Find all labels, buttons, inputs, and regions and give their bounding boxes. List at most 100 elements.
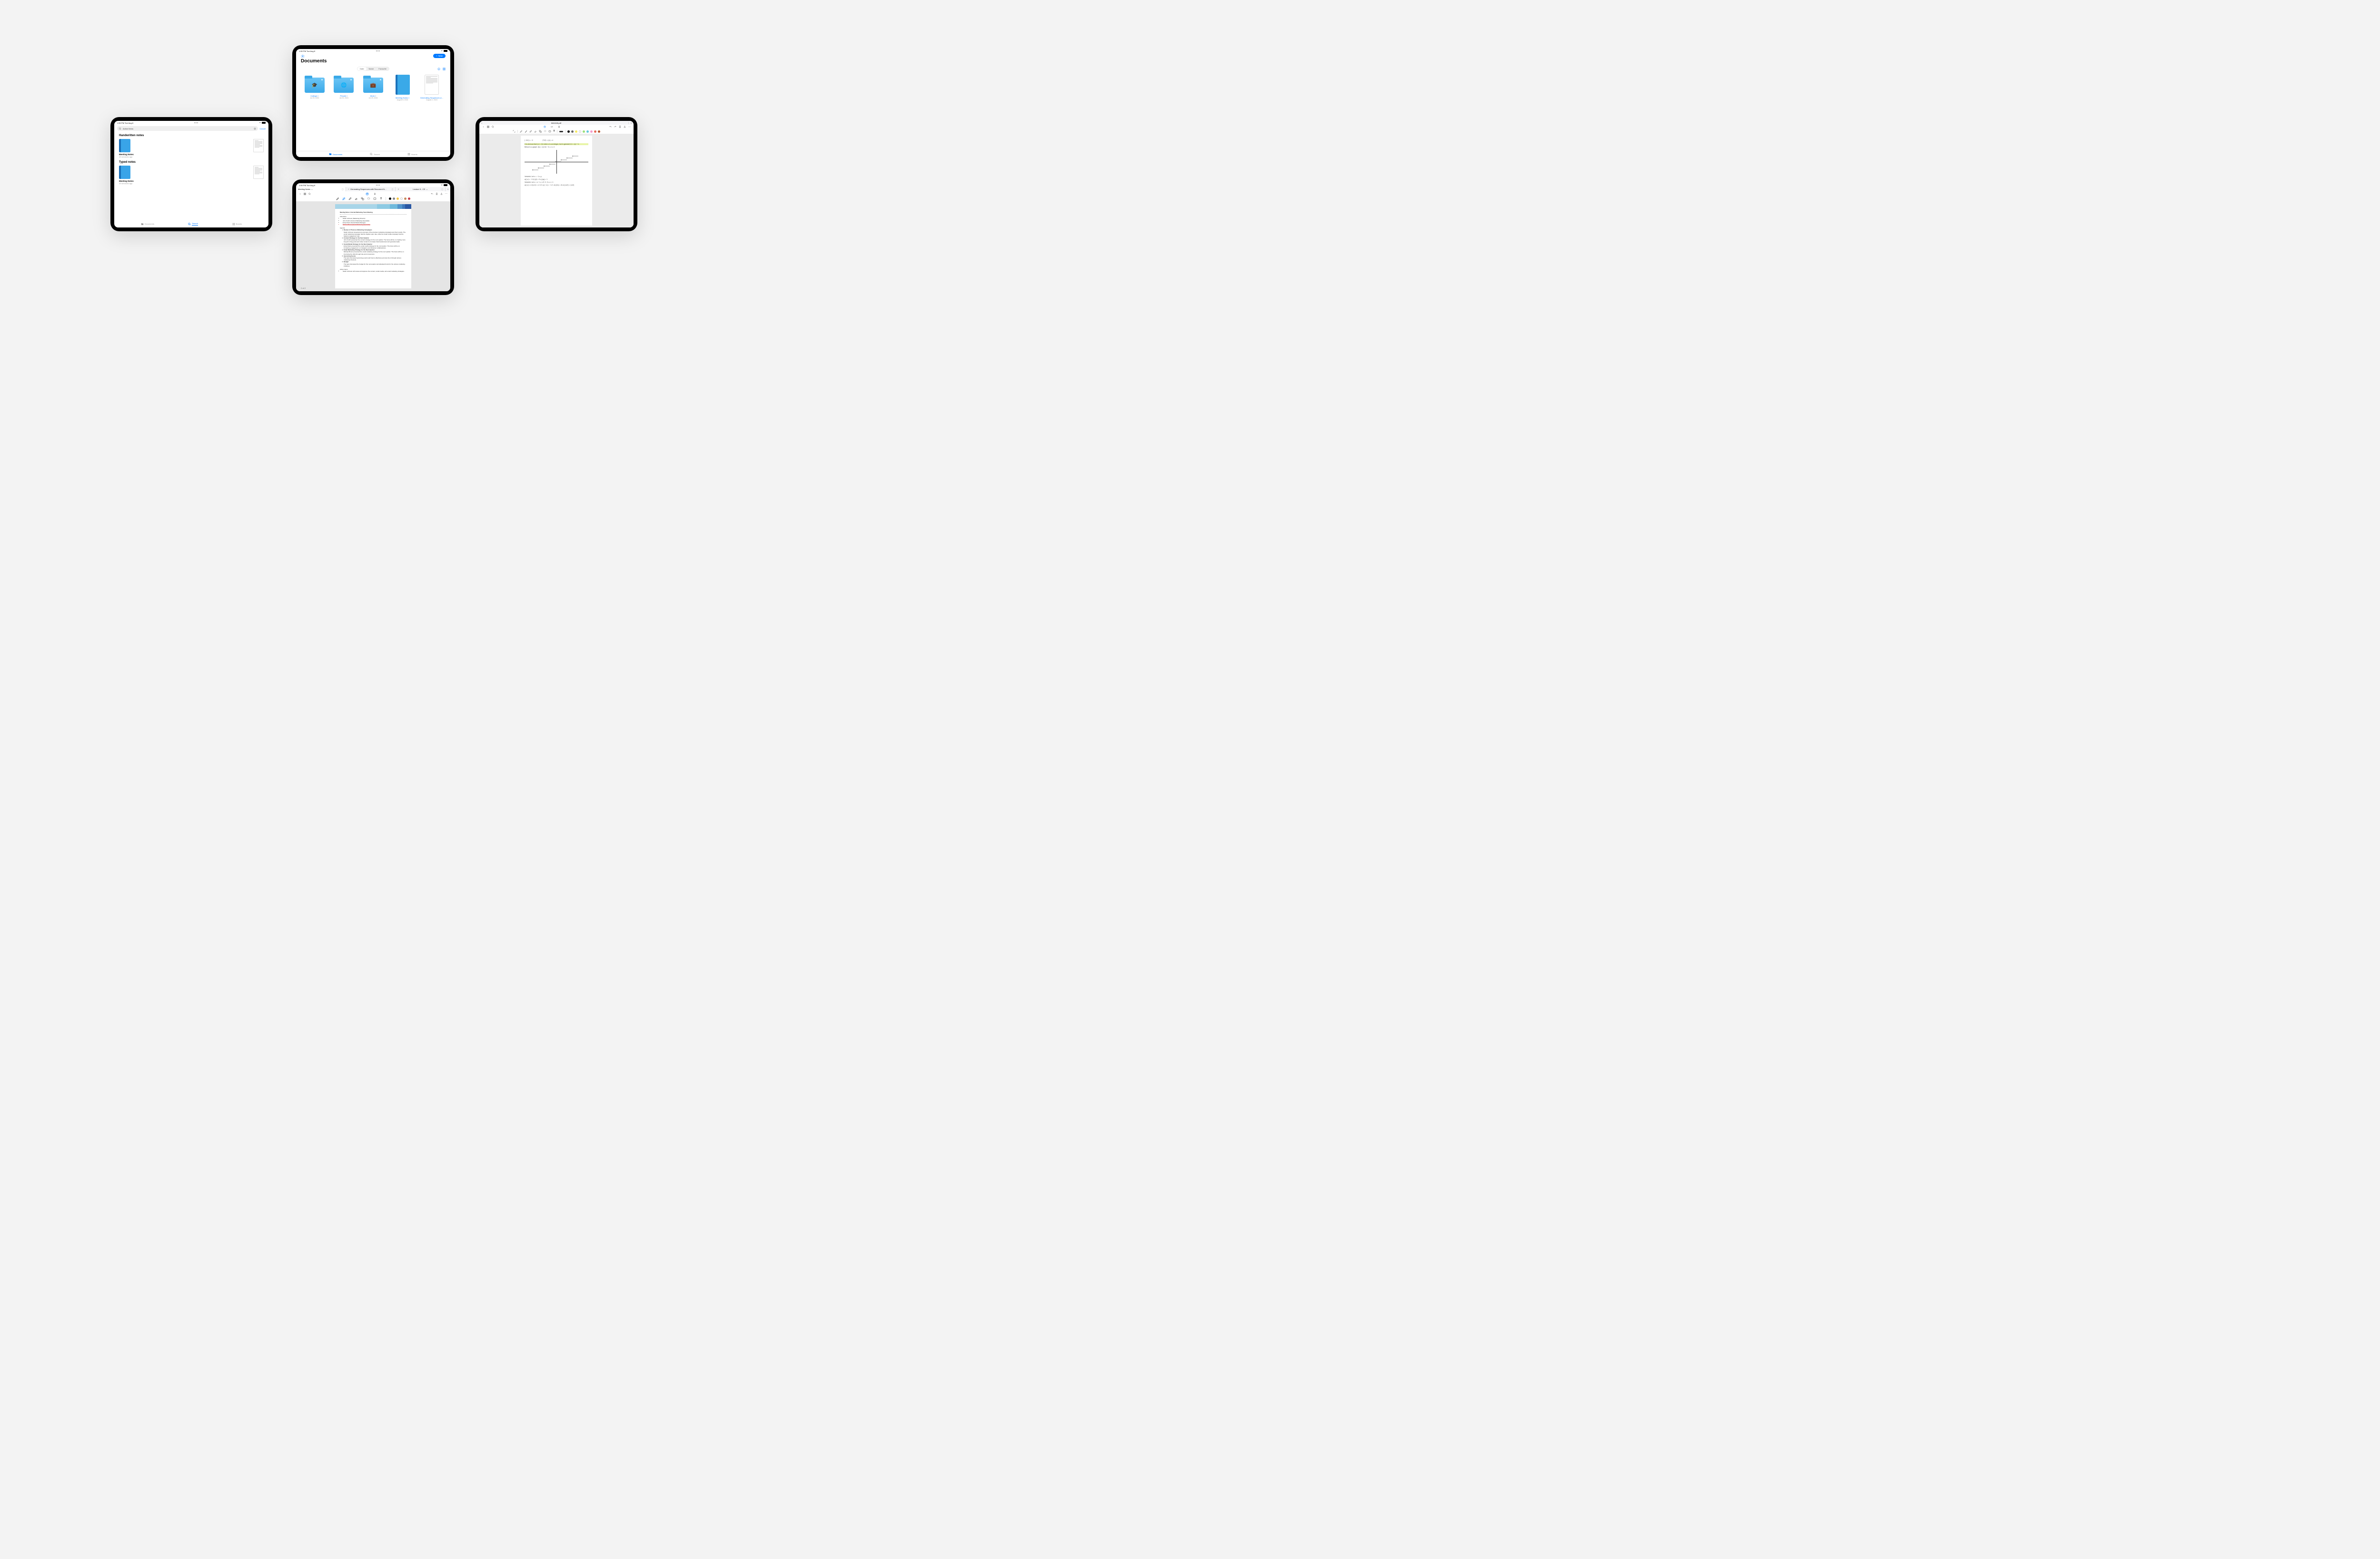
step-graph <box>525 150 588 174</box>
color-white[interactable] <box>579 130 581 133</box>
tab-lecture[interactable]: ✕ Lecture 5 - CS ⌄ ▢ <box>396 187 446 191</box>
view-grid-icon[interactable] <box>443 68 446 70</box>
pen-tool[interactable] <box>520 130 523 133</box>
pen-tool-selected[interactable] <box>342 197 346 200</box>
attach-tool[interactable] <box>548 130 551 133</box>
search-icon[interactable] <box>492 126 494 128</box>
folder-college[interactable]: 🎓 College » Jul 29, 2024 <box>303 75 327 101</box>
ipad-search: 1:59 PM Tue Aug 6 ᯤ Action Items Cancel … <box>110 117 272 231</box>
search-icon <box>119 128 121 130</box>
sort-name[interactable]: Name <box>367 67 377 70</box>
eraser-tool[interactable] <box>355 197 358 200</box>
color-cyan[interactable] <box>586 130 589 133</box>
mic-icon[interactable] <box>374 193 376 195</box>
page-thumbnail[interactable] <box>253 139 264 152</box>
highlighter-tool[interactable] <box>529 130 532 133</box>
color-red[interactable] <box>594 130 596 133</box>
tab-meeting-notes[interactable]: Meeting Notes ⌄ ▢ <box>296 187 346 191</box>
grid-icon[interactable] <box>487 126 489 128</box>
text-tool[interactable]: T <box>379 197 383 200</box>
status-time: 1:59 PM Tue Aug 6 <box>299 50 315 52</box>
expand-icon[interactable] <box>513 130 516 133</box>
result-notebook[interactable]: Meeting Notes 43 seconds ago <box>119 166 134 185</box>
back-icon[interactable] <box>299 193 301 195</box>
pencil-tool[interactable] <box>525 130 527 133</box>
color-white[interactable] <box>400 197 403 200</box>
bookmark-icon[interactable] <box>436 193 438 195</box>
page-canvas[interactable]: ⌊−3/2⌋ = −2 ⌈7/2⌉ = ⌊4⌋ = 4 It is obviou… <box>479 134 634 227</box>
expand-icon[interactable]: ▢ <box>441 188 443 190</box>
sort-favourite[interactable]: Favourite <box>376 67 389 70</box>
tab-documents[interactable]: Documents <box>141 223 154 226</box>
more-icon[interactable]: ⋯ <box>628 126 631 128</box>
text-tool[interactable]: T <box>553 130 555 133</box>
sort-segmented[interactable]: Date Name Favourite <box>357 67 389 71</box>
expand-icon[interactable]: ▢ <box>392 188 394 190</box>
tab-search[interactable]: Search <box>370 153 380 156</box>
folder-private[interactable]: 🌐 Private » Jul 29, 2024 <box>332 75 356 101</box>
undo-icon[interactable] <box>431 193 433 195</box>
shapes-tool[interactable] <box>361 197 364 200</box>
doc-sequences[interactable]: Generating Sequences w… August 2, 2024 <box>420 75 444 101</box>
share-icon[interactable] <box>624 126 626 128</box>
mic-icon[interactable] <box>558 126 560 128</box>
cancel-button[interactable]: Cancel <box>260 128 266 130</box>
tab-search[interactable]: Search <box>188 222 198 226</box>
pen-tool[interactable] <box>336 197 339 200</box>
close-icon[interactable]: ▢ <box>342 188 344 190</box>
color-yellow[interactable] <box>575 130 577 133</box>
settings-icon[interactable] <box>301 54 305 58</box>
page-canvas[interactable]: Meeting Notes: Internal Marketing Team M… <box>296 201 450 291</box>
step-curve <box>525 150 588 174</box>
bookmark-icon[interactable] <box>619 126 621 128</box>
clear-icon[interactable] <box>254 128 256 130</box>
add-tab-icon[interactable]: + <box>629 122 634 124</box>
attach-tool[interactable] <box>373 197 377 200</box>
redo-icon[interactable] <box>614 126 616 128</box>
undo-icon[interactable] <box>609 126 612 128</box>
search-input[interactable]: Action Items <box>117 126 258 131</box>
add-tab-button[interactable]: + <box>446 188 450 190</box>
folder-work[interactable]: 💼 Work » Jul 29, 2024 <box>361 75 385 101</box>
back-icon[interactable] <box>482 126 485 128</box>
color-black[interactable] <box>389 197 391 200</box>
color-green[interactable] <box>583 130 585 133</box>
back-icon[interactable]: ‹ <box>479 122 484 124</box>
eraser-tool[interactable] <box>534 130 537 133</box>
color-red[interactable] <box>408 197 410 200</box>
close-icon[interactable]: ✕ <box>397 188 399 190</box>
color-grey[interactable] <box>393 197 395 200</box>
grid-icon <box>232 223 235 226</box>
share-icon[interactable] <box>440 193 443 195</box>
color-brown[interactable] <box>598 130 600 133</box>
tab-boards[interactable]: Boards <box>232 223 242 226</box>
tab-boards[interactable]: Boards <box>407 153 417 156</box>
sort-date[interactable]: Date <box>357 67 366 70</box>
color-black[interactable] <box>567 130 570 133</box>
page-thumbnail[interactable] <box>253 166 264 179</box>
star-icon <box>379 79 382 81</box>
search-icon[interactable] <box>308 193 311 195</box>
lasso-tool[interactable] <box>367 197 370 200</box>
art-icon[interactable] <box>544 126 546 128</box>
lasso-tool[interactable] <box>544 130 546 133</box>
sort-icon[interactable] <box>437 68 440 70</box>
highlighter-tool[interactable] <box>348 197 352 200</box>
color-grey[interactable] <box>571 130 574 133</box>
tab-documents[interactable]: Documents <box>329 153 342 156</box>
line: a) ⌊x⌋ = −1 b) ⌈y⌉ = 0 c) |xy| = 1 <box>525 178 588 180</box>
color-pink[interactable] <box>590 130 593 133</box>
doc-meeting-notes[interactable]: Meeting Notes » August 5, 2024 <box>391 75 415 101</box>
result-notebook[interactable]: Meeting Notes 43 seconds ago <box>119 139 134 158</box>
stroke-width[interactable] <box>559 131 563 132</box>
shapes-tool[interactable] <box>539 130 542 133</box>
art-icon[interactable] <box>366 192 369 196</box>
new-button[interactable]: + New <box>433 54 446 58</box>
more-icon[interactable]: ⋯ <box>445 192 447 195</box>
grid-icon[interactable] <box>304 193 306 195</box>
color-brown[interactable] <box>404 197 407 200</box>
color-yellow[interactable] <box>397 197 399 200</box>
tab-math-pdf[interactable]: MA1118.pdf <box>484 122 629 124</box>
link-icon[interactable] <box>551 126 553 128</box>
tab-sequences[interactable]: ✕ Generating Sequences with Recurrent N…… <box>346 187 396 191</box>
